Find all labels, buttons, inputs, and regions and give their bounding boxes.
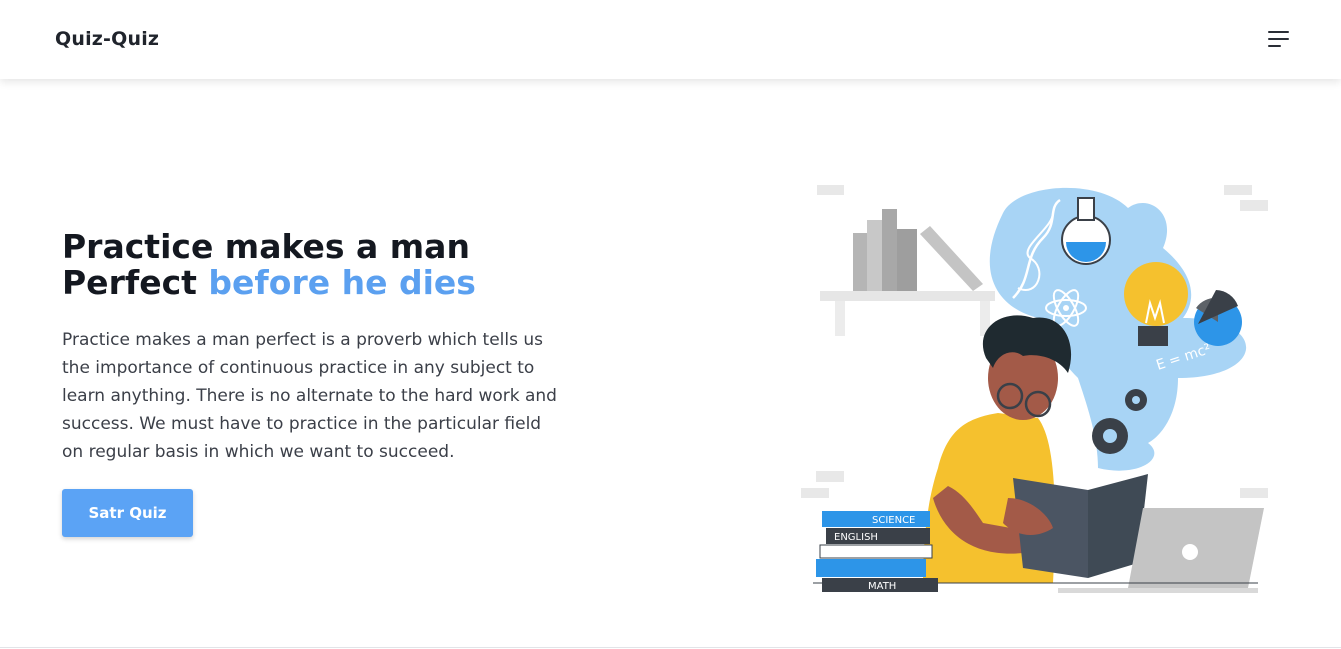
student-reading-illustration: E = mc² SCIENCE ENGLISH MATH xyxy=(801,185,1268,593)
hero-title-line1: Practice makes a man xyxy=(62,227,470,266)
menu-line xyxy=(1268,38,1289,40)
book-label-english: ENGLISH xyxy=(834,532,878,543)
bookshelf xyxy=(820,209,995,336)
hero-title-plain: Perfect xyxy=(62,263,197,302)
hamburger-menu-icon[interactable] xyxy=(1264,26,1292,52)
brand-logo[interactable]: Quiz-Quiz xyxy=(55,28,159,50)
hero-title: Practice makes a man Perfect before he d… xyxy=(62,229,582,301)
section-divider xyxy=(0,647,1341,648)
menu-line xyxy=(1268,45,1281,47)
book-label-math: MATH xyxy=(868,581,896,592)
hero-description: Practice makes a man perfect is a prover… xyxy=(62,330,557,462)
open-book xyxy=(1003,474,1148,578)
menu-line xyxy=(1268,31,1289,33)
top-navbar: Quiz-Quiz xyxy=(0,0,1341,79)
book-label-science: SCIENCE xyxy=(872,515,915,526)
book-stack: SCIENCE ENGLISH MATH xyxy=(816,511,938,592)
hero-title-accent: before he dies xyxy=(208,263,476,302)
start-quiz-button[interactable]: Satr Quiz xyxy=(62,489,193,537)
